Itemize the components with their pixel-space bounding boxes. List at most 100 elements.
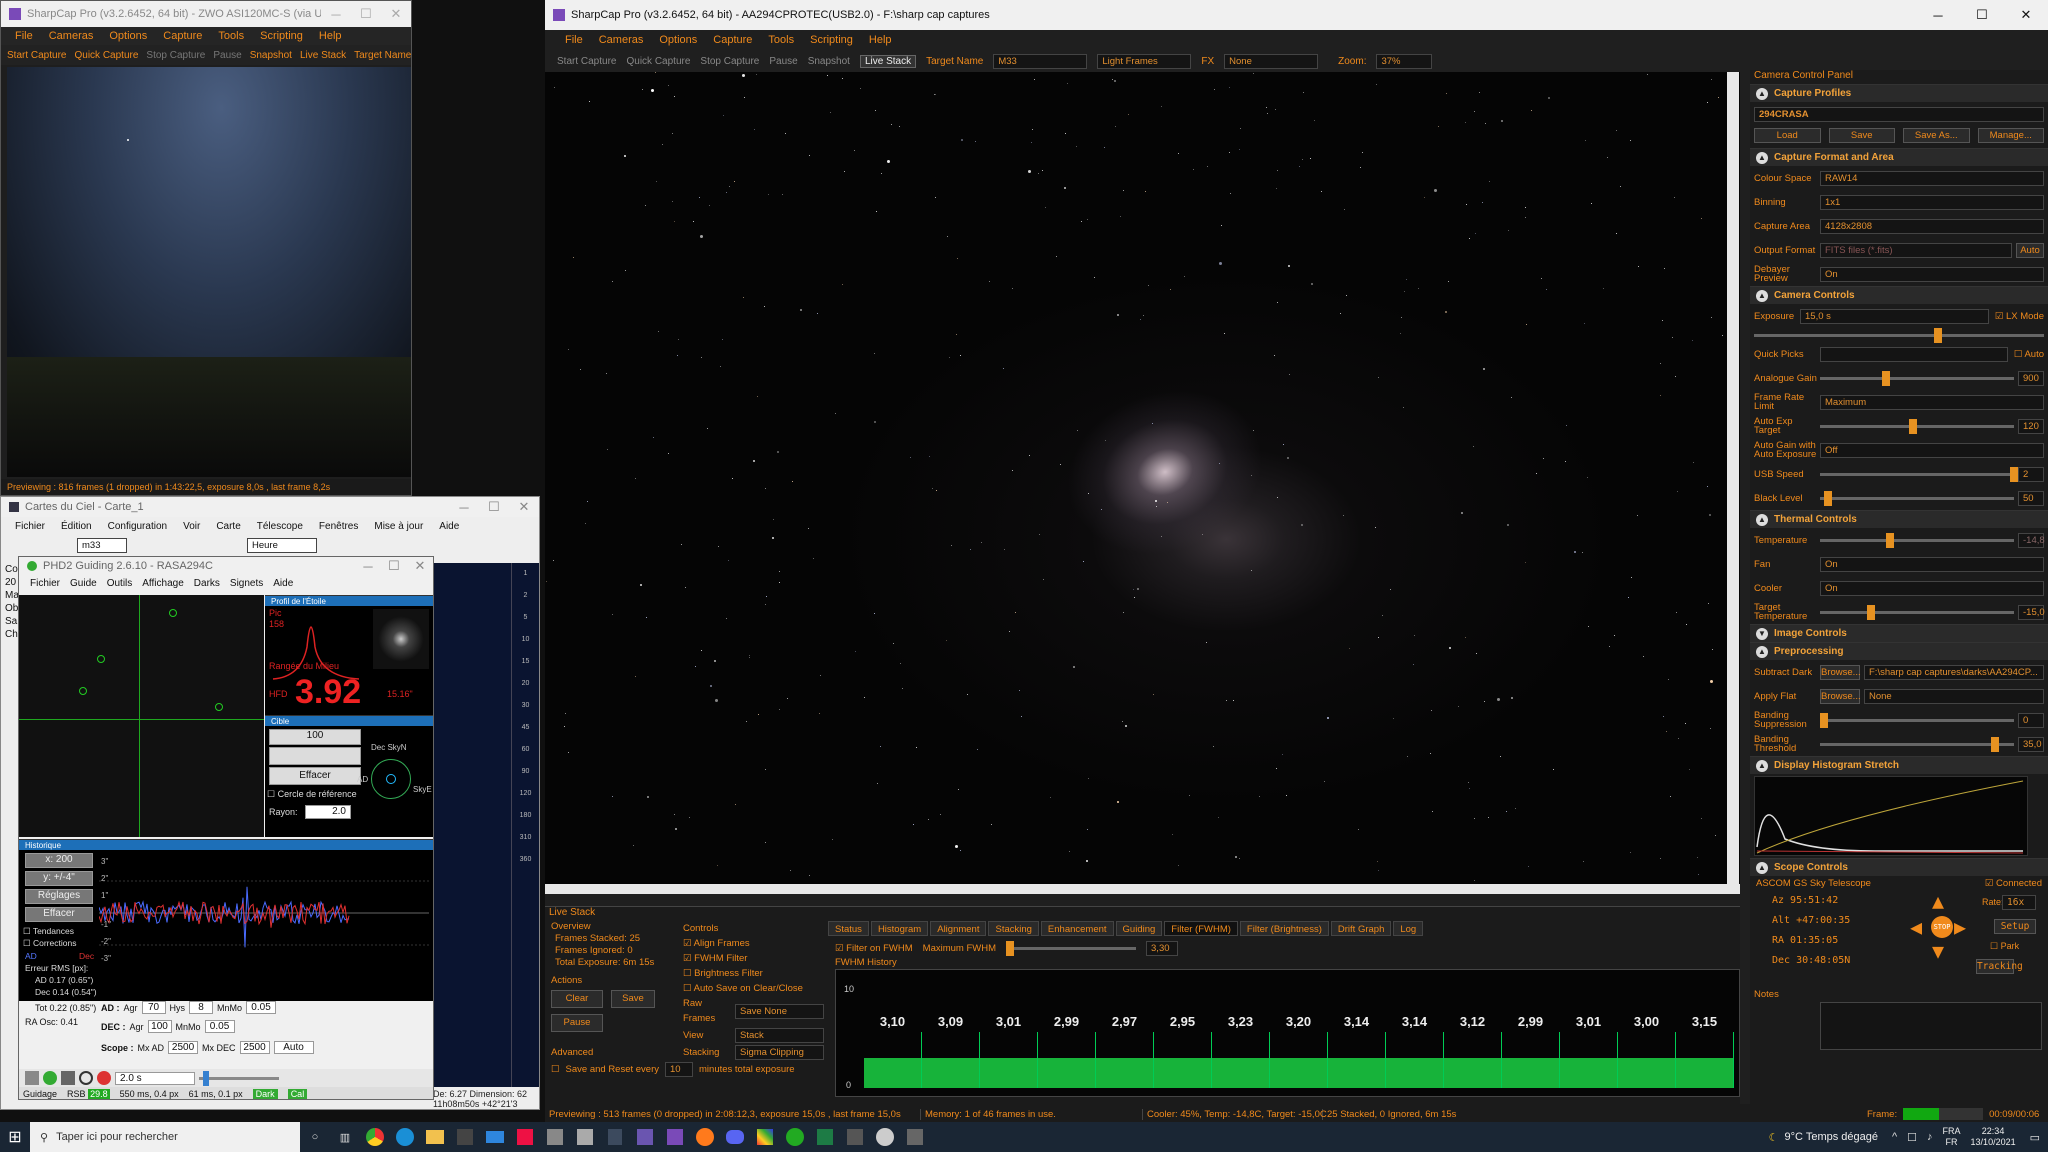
target-clear-button[interactable]: Effacer — [269, 767, 361, 785]
setup-button[interactable]: Setup — [1994, 919, 2036, 934]
auto-button[interactable]: Auto — [2016, 242, 2044, 258]
tab-filter-brightness[interactable]: Filter (Brightness) — [1239, 921, 1329, 936]
mail-icon[interactable] — [480, 1122, 510, 1152]
notes-textarea[interactable] — [1820, 1002, 2042, 1050]
office-icon[interactable] — [510, 1122, 540, 1152]
align-frames-checkbox[interactable]: ☑ Align Frames — [683, 936, 824, 951]
fan-select[interactable]: On — [1820, 556, 2044, 572]
mx-ad-input[interactable]: 2500 — [168, 1041, 199, 1054]
menu-outils[interactable]: Outils — [102, 578, 138, 589]
image-controls-header[interactable]: ▼ Image Controls — [1750, 624, 2048, 642]
output-format-select[interactable]: FITS files (*.fits) — [1820, 242, 2012, 258]
park-checkbox[interactable]: ☐ Park — [1990, 941, 2019, 952]
live-stack-button[interactable]: Live Stack — [300, 50, 346, 61]
menu-help[interactable]: Help — [311, 30, 350, 42]
notifications-icon[interactable]: ▭ — [2030, 1131, 2040, 1144]
usb-speed-slider[interactable] — [1820, 466, 2019, 482]
stellarium-icon[interactable] — [630, 1122, 660, 1152]
maximize-icon[interactable]: ☐ — [479, 497, 509, 517]
settings-icon[interactable] — [61, 1071, 75, 1085]
menu-mise-a-jour[interactable]: Mise à jour — [366, 521, 431, 532]
connected-checkbox[interactable]: ☑ Connected — [1985, 878, 2042, 889]
reference-circle-checkbox[interactable]: ☐ Cercle de référence — [267, 789, 357, 800]
menu-affichage[interactable]: Affichage — [137, 578, 189, 589]
history-clear-button[interactable]: Effacer — [25, 907, 93, 922]
stop-capture-button[interactable]: Stop Capture — [146, 50, 205, 61]
close-icon[interactable]: ✕ — [381, 1, 411, 27]
auto-gain-select[interactable]: Off — [1820, 442, 2044, 458]
banding-threshold-slider[interactable] — [1820, 736, 2014, 752]
frame-type-select[interactable]: Light Frames — [1097, 53, 1192, 69]
minutes-input[interactable]: 10 — [665, 1062, 694, 1077]
minimize-icon[interactable]: ─ — [1916, 0, 1960, 30]
menu-edition[interactable]: Édition — [53, 521, 100, 532]
colour-space-select[interactable]: RAW14 — [1820, 170, 2044, 186]
black-level-input[interactable]: 50 — [2018, 490, 2044, 506]
save-profile-button[interactable]: Save — [1828, 127, 1895, 143]
language-indicator[interactable]: FRA FR — [1943, 1126, 1961, 1148]
search-box[interactable]: ⚲ Taper ici pour rechercher — [30, 1122, 300, 1152]
firefox-icon[interactable] — [690, 1122, 720, 1152]
object-search-input[interactable]: m33 — [77, 537, 127, 553]
stop-icon[interactable] — [97, 1071, 111, 1085]
save-reset-checkbox[interactable]: ☐ — [551, 1064, 560, 1075]
start-capture-button[interactable]: Start Capture — [7, 50, 66, 61]
tab-stacking[interactable]: Stacking — [988, 921, 1039, 936]
maximize-icon[interactable]: ☐ — [381, 557, 407, 575]
maximize-icon[interactable]: ☐ — [351, 1, 381, 27]
calculator-icon[interactable] — [600, 1122, 630, 1152]
menu-help[interactable]: Help — [861, 34, 900, 46]
temperature-slider[interactable] — [1820, 532, 2014, 548]
banding-suppression-slider[interactable] — [1820, 712, 2014, 728]
menu-options[interactable]: Options — [101, 30, 155, 42]
trends-checkbox[interactable]: ☐ Tendances — [23, 926, 74, 937]
history-settings-button[interactable]: Réglages — [25, 889, 93, 904]
menu-fichier[interactable]: Fichier — [7, 521, 53, 532]
pen-icon[interactable] — [570, 1122, 600, 1152]
zoom-select[interactable]: 37% — [1376, 53, 1433, 69]
menu-aide[interactable]: Aide — [268, 578, 298, 589]
menu-tools[interactable]: Tools — [760, 34, 802, 46]
menu-configuration[interactable]: Configuration — [100, 521, 175, 532]
menu-cameras[interactable]: Cameras — [41, 30, 102, 42]
menu-tools[interactable]: Tools — [210, 30, 252, 42]
auto-exp-input[interactable]: 120 — [2018, 418, 2044, 434]
explorer-icon[interactable] — [420, 1122, 450, 1152]
quick-capture-button[interactable]: Quick Capture — [74, 50, 138, 61]
banding-threshold-input[interactable]: 35,0 — [2018, 736, 2044, 752]
tab-enhancement[interactable]: Enhancement — [1040, 921, 1114, 936]
capture-profiles-header[interactable]: ▲ Capture Profiles — [1750, 84, 2048, 102]
load-profile-button[interactable]: Load — [1754, 127, 1821, 143]
menu-fenetres[interactable]: Fenêtres — [311, 521, 366, 532]
save-as-button[interactable]: Save As... — [1903, 127, 1970, 143]
guide-camera-view[interactable] — [19, 595, 264, 837]
ad-agr-input[interactable]: 70 — [141, 1001, 166, 1014]
guide-icon[interactable] — [43, 1071, 57, 1085]
clock[interactable]: 22:34 13/10/2021 — [1971, 1126, 2016, 1148]
cartes-icon[interactable] — [870, 1122, 900, 1152]
tab-alignment[interactable]: Alignment — [930, 921, 987, 936]
raw-frames-select[interactable]: Save None — [735, 1003, 824, 1019]
fx-select[interactable]: None — [1224, 53, 1319, 69]
mx-dec-input[interactable]: 2500 — [239, 1041, 270, 1054]
dec-mode-select[interactable]: Auto — [273, 1041, 314, 1054]
target-zoom-buttons[interactable] — [269, 747, 361, 765]
lx-mode-checkbox[interactable]: ☑ LX Mode — [1995, 311, 2044, 322]
clear-button[interactable]: Clear — [551, 990, 603, 1008]
menu-darks[interactable]: Darks — [189, 578, 225, 589]
preprocessing-header[interactable]: ▲ Preprocessing — [1750, 642, 2048, 660]
analogue-gain-input[interactable]: 900 — [2018, 370, 2044, 386]
excel-icon[interactable] — [810, 1122, 840, 1152]
debayer-select[interactable]: On — [1820, 266, 2044, 282]
flat-browse-button[interactable]: Browse... — [1820, 688, 1861, 704]
close-icon[interactable]: ✕ — [509, 497, 539, 517]
close-icon[interactable]: ✕ — [407, 557, 433, 575]
menu-scripting[interactable]: Scripting — [252, 30, 311, 42]
nudge-left-button[interactable]: ◀ — [1910, 917, 1930, 937]
tab-log[interactable]: Log — [1393, 921, 1424, 936]
time-select[interactable]: Heure — [247, 537, 317, 553]
weather-widget[interactable]: ☾ 9°C Temps dégagé — [1769, 1131, 1878, 1144]
menu-voir[interactable]: Voir — [175, 521, 208, 532]
max-fwhm-input[interactable]: 3,30 — [1146, 941, 1179, 956]
exposure-select[interactable]: 2.0 s — [115, 1071, 195, 1085]
